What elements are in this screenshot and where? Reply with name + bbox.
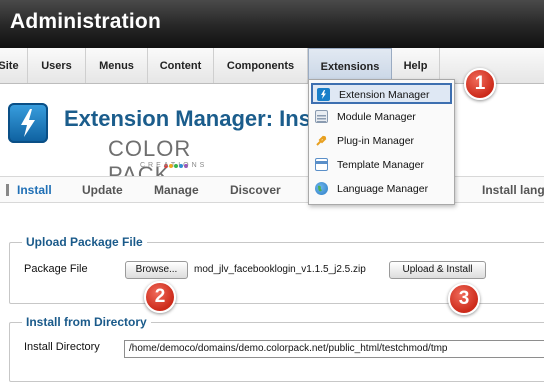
page-title: Extension Manager: Ins xyxy=(64,106,311,131)
dropdown-item-module-manager[interactable]: Module Manager xyxy=(311,107,452,128)
language-manager-icon xyxy=(315,182,328,195)
callout-2: 2 xyxy=(144,281,176,313)
tab-update[interactable]: Update xyxy=(82,183,123,197)
header-title: Administration xyxy=(10,10,161,33)
install-directory-legend: Install from Directory xyxy=(22,315,151,329)
tab-install[interactable]: Install xyxy=(17,183,52,197)
extension-manager-logo-icon xyxy=(8,103,48,143)
upload-package-legend: Upload Package File xyxy=(22,235,147,249)
dropdown-label: Template Manager xyxy=(337,159,424,171)
install-directory-label: Install Directory xyxy=(24,341,100,353)
dropdown-label: Plug-in Manager xyxy=(337,135,415,147)
menu-extensions[interactable]: Extensions xyxy=(308,48,392,83)
callout-1: 1 xyxy=(464,68,496,100)
callout-3: 3 xyxy=(448,283,480,315)
tab-manage[interactable]: Manage xyxy=(154,183,199,197)
main-menubar: Site Users Menus Content Components Exte… xyxy=(0,48,544,84)
template-manager-icon xyxy=(315,158,328,171)
dropdown-item-plugin-manager[interactable]: Plug-in Manager xyxy=(311,131,452,152)
tab-discover[interactable]: Discover xyxy=(230,183,281,197)
menu-content[interactable]: Content xyxy=(148,48,214,83)
menu-users[interactable]: Users xyxy=(28,48,86,83)
module-manager-icon xyxy=(315,110,328,123)
upload-install-button[interactable]: Upload & Install xyxy=(389,261,486,279)
extensions-dropdown-menu: Extension Manager Module Manager Plug-in… xyxy=(308,79,455,205)
menu-site[interactable]: Site xyxy=(0,48,28,83)
active-tab-marker xyxy=(6,184,9,196)
dropdown-item-extension-manager[interactable]: Extension Manager xyxy=(311,83,452,104)
dropdown-item-template-manager[interactable]: Template Manager xyxy=(311,155,452,176)
colorpack-logo: COLOR PACK CREATIONS xyxy=(108,136,240,187)
dropdown-label: Language Manager xyxy=(337,183,429,195)
menu-menus[interactable]: Menus xyxy=(86,48,148,83)
extension-manager-icon xyxy=(317,88,330,101)
selected-file-name: mod_jlv_facebooklogin_v1.1.5_j2.5.zip xyxy=(194,264,366,275)
menu-components[interactable]: Components xyxy=(214,48,308,83)
browse-button[interactable]: Browse... xyxy=(125,261,188,279)
menu-help[interactable]: Help xyxy=(392,48,440,83)
tab-install-languages[interactable]: Install lang xyxy=(482,183,544,197)
install-directory-input[interactable]: /home/democo/domains/demo.colorpack.net/… xyxy=(124,340,544,358)
admin-header: Administration xyxy=(0,0,544,48)
package-file-label: Package File xyxy=(24,263,88,275)
colorpack-tagline: CREATIONS xyxy=(140,162,208,169)
dropdown-label: Extension Manager xyxy=(339,89,430,101)
dropdown-item-language-manager[interactable]: Language Manager xyxy=(311,179,452,200)
dropdown-label: Module Manager xyxy=(337,111,416,123)
plugin-manager-icon xyxy=(315,134,328,147)
